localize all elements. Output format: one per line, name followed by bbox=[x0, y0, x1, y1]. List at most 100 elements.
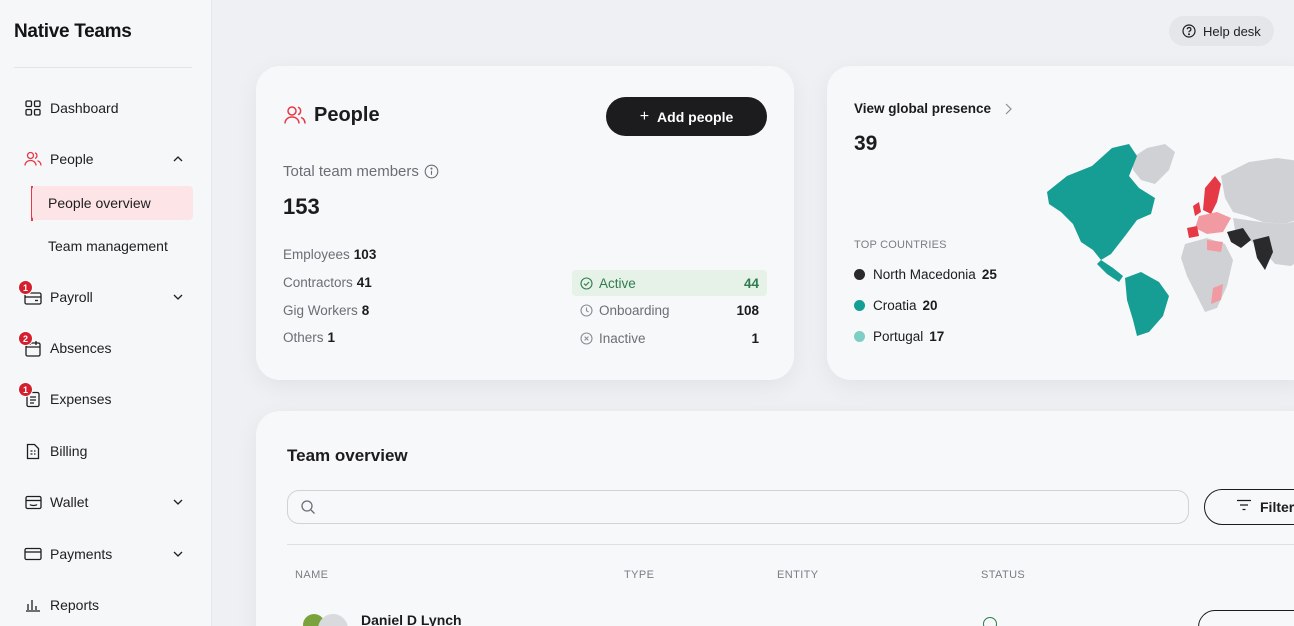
status-value: 1 bbox=[751, 330, 759, 346]
country-item: Portugal 17 bbox=[854, 329, 944, 344]
sidebar-item-label: Expenses bbox=[50, 391, 112, 407]
help-desk-label: Help desk bbox=[1203, 23, 1261, 39]
dashboard-grid-icon bbox=[22, 97, 44, 119]
wallet-icon bbox=[22, 491, 44, 513]
clock-icon bbox=[580, 303, 593, 317]
table-row-name[interactable]: Daniel D Lynch bbox=[361, 612, 462, 626]
sidebar-item-payments[interactable]: Payments bbox=[14, 537, 194, 571]
info-icon[interactable] bbox=[424, 164, 439, 179]
sidebar-item-expenses[interactable]: 1 Expenses bbox=[14, 382, 194, 416]
total-members-label: Total team members bbox=[283, 163, 439, 180]
sidebar-item-people[interactable]: People bbox=[14, 142, 194, 176]
sidebar-item-label: Absences bbox=[50, 340, 112, 356]
help-circle-icon bbox=[1182, 24, 1196, 38]
sidebar-item-people-overview[interactable]: People overview bbox=[32, 186, 193, 220]
world-map[interactable] bbox=[1037, 136, 1294, 336]
view-global-presence-link[interactable]: View global presence bbox=[854, 101, 1012, 116]
table-divider bbox=[287, 544, 1294, 545]
add-people-button[interactable]: + Add people bbox=[606, 97, 767, 136]
sidebar-item-wallet[interactable]: Wallet bbox=[14, 485, 194, 519]
sidebar-item-absences[interactable]: 2 Absences bbox=[14, 331, 194, 365]
check-circle-icon bbox=[580, 276, 593, 290]
sidebar-item-label: Reports bbox=[50, 597, 100, 613]
total-members-value: 153 bbox=[283, 194, 320, 219]
column-header-status[interactable]: STATUS bbox=[981, 569, 1025, 581]
notification-badge: 1 bbox=[18, 280, 33, 295]
type-label: Contractors bbox=[283, 275, 353, 290]
team-overview-title: Team overview bbox=[287, 446, 408, 465]
status-onboarding[interactable]: Onboarding 108 bbox=[572, 297, 767, 323]
status-inactive[interactable]: Inactive 1 bbox=[572, 325, 767, 351]
total-members-text: Total team members bbox=[283, 163, 419, 180]
top-countries-label: TOP COUNTRIES bbox=[854, 239, 947, 251]
country-name: North Macedonia bbox=[873, 267, 976, 282]
chevron-down-icon[interactable] bbox=[168, 287, 188, 307]
people-card-title-text: People bbox=[314, 104, 380, 126]
chevron-down-icon[interactable] bbox=[168, 544, 188, 564]
search-input[interactable] bbox=[324, 499, 1188, 515]
country-value: 25 bbox=[981, 267, 997, 282]
status-value: 108 bbox=[736, 302, 759, 318]
status-label: Inactive bbox=[599, 330, 646, 346]
avatar bbox=[318, 614, 348, 626]
country-name: Croatia bbox=[873, 298, 917, 313]
notification-badge: 2 bbox=[18, 331, 33, 346]
legend-dot bbox=[854, 300, 865, 311]
type-employees: Employees 103 bbox=[283, 247, 376, 262]
sidebar-divider bbox=[14, 67, 192, 68]
status-label: Active bbox=[599, 275, 636, 291]
country-item: Croatia 20 bbox=[854, 298, 938, 313]
sidebar-item-payroll[interactable]: 1 Payroll bbox=[14, 280, 194, 314]
plus-icon: + bbox=[639, 107, 650, 125]
column-header-type[interactable]: TYPE bbox=[624, 569, 654, 581]
column-header-name[interactable]: NAME bbox=[295, 569, 328, 581]
filter-button[interactable]: Filter bbox=[1204, 489, 1294, 525]
type-contractors: Contractors 41 bbox=[283, 275, 372, 290]
country-value: 17 bbox=[929, 329, 945, 344]
search-bar[interactable] bbox=[287, 490, 1189, 524]
sidebar-item-label: Billing bbox=[50, 443, 88, 459]
app-logo[interactable]: Native Teams bbox=[14, 21, 132, 43]
sidebar-item-billing[interactable]: Billing bbox=[14, 434, 194, 468]
country-item: North Macedonia 25 bbox=[854, 267, 997, 282]
people-icon bbox=[284, 105, 306, 127]
team-overview-card: Team overview Filter NAME TYPE ENTITY ST… bbox=[256, 411, 1294, 626]
sidebar-item-label: People bbox=[50, 151, 94, 167]
sidebar-item-label: Wallet bbox=[50, 494, 89, 510]
absences-icon: 2 bbox=[18, 331, 44, 359]
notification-badge: 1 bbox=[18, 382, 33, 397]
sidebar-item-team-management[interactable]: Team management bbox=[32, 229, 193, 263]
type-others: Others 1 bbox=[283, 330, 335, 345]
country-name: Portugal bbox=[873, 329, 924, 344]
sidebar-item-dashboard[interactable]: Dashboard bbox=[14, 91, 194, 125]
type-label: Gig Workers bbox=[283, 303, 358, 318]
chevron-right-icon bbox=[1005, 103, 1012, 115]
sidebar-item-reports[interactable]: Reports bbox=[14, 588, 194, 622]
country-value: 20 bbox=[922, 298, 938, 313]
help-desk-button[interactable]: Help desk bbox=[1169, 16, 1274, 46]
people-icon bbox=[22, 148, 44, 170]
global-presence-card: View global presence 39 TOP COUNTRIES No… bbox=[827, 66, 1294, 380]
payments-icon bbox=[22, 543, 44, 565]
type-value: 1 bbox=[327, 330, 336, 345]
chevron-down-icon[interactable] bbox=[168, 492, 188, 512]
billing-icon bbox=[22, 440, 44, 462]
sidebar: Native Teams Dashboard People People ove… bbox=[0, 0, 212, 626]
status-active[interactable]: Active 44 bbox=[572, 270, 767, 296]
payroll-icon: 1 bbox=[18, 280, 44, 308]
column-header-entity[interactable]: ENTITY bbox=[777, 569, 819, 581]
global-country-count: 39 bbox=[854, 132, 878, 155]
status-label: Onboarding bbox=[599, 302, 670, 318]
view-global-presence-label: View global presence bbox=[854, 101, 992, 116]
sidebar-item-label: Payments bbox=[50, 546, 113, 562]
legend-dot bbox=[854, 331, 865, 342]
chevron-up-icon[interactable] bbox=[168, 149, 188, 169]
sidebar-item-label: Payroll bbox=[50, 289, 93, 305]
add-people-label: Add people bbox=[657, 108, 734, 125]
type-label: Others bbox=[283, 330, 324, 345]
x-circle-icon bbox=[580, 331, 593, 345]
expenses-icon: 1 bbox=[18, 382, 44, 410]
view-details-button[interactable] bbox=[1198, 610, 1294, 626]
filter-icon bbox=[1236, 499, 1252, 515]
search-icon bbox=[300, 499, 316, 515]
